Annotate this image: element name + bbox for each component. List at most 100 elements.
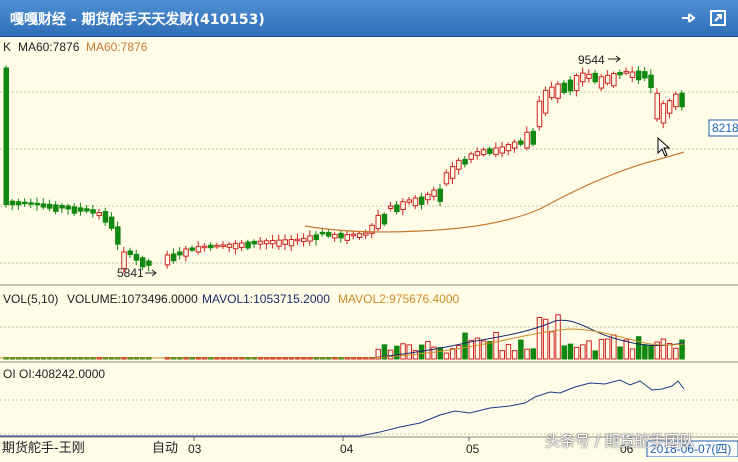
volume-bar bbox=[499, 350, 505, 360]
volume-bar bbox=[573, 346, 580, 360]
volume-bar bbox=[598, 338, 605, 360]
maximize-icon[interactable] bbox=[709, 9, 727, 27]
candle bbox=[102, 211, 109, 223]
candle bbox=[530, 130, 536, 145]
candle bbox=[146, 260, 152, 266]
candle bbox=[319, 231, 326, 235]
x-label-03: 03 bbox=[188, 442, 202, 456]
candle bbox=[183, 248, 189, 257]
candle bbox=[400, 201, 406, 211]
low-arrow-icon bbox=[145, 269, 157, 277]
volume-bar bbox=[462, 332, 468, 360]
candle bbox=[294, 238, 301, 242]
volume-bar bbox=[642, 344, 648, 360]
candle bbox=[666, 100, 673, 114]
candle bbox=[338, 232, 344, 239]
candle bbox=[307, 235, 313, 242]
candle bbox=[431, 189, 437, 197]
candle bbox=[474, 151, 481, 156]
volume-bar bbox=[561, 345, 567, 360]
candle bbox=[251, 240, 257, 245]
chart-area[interactable]: K MA60:7876 MA60:7876 9544 5841 8218 VOL… bbox=[0, 37, 738, 458]
volume-bar bbox=[524, 348, 530, 360]
candle bbox=[511, 141, 518, 149]
candle bbox=[611, 73, 617, 87]
candle bbox=[189, 247, 195, 251]
candle bbox=[487, 148, 493, 154]
candle bbox=[34, 202, 40, 206]
candle bbox=[437, 188, 443, 202]
candle bbox=[325, 231, 332, 237]
candle bbox=[133, 253, 140, 261]
candle bbox=[623, 70, 629, 74]
candle bbox=[177, 251, 183, 256]
pin-icon[interactable] bbox=[679, 9, 697, 27]
vol-title: VOL(5,10) bbox=[3, 292, 58, 306]
candle bbox=[418, 196, 425, 205]
candle bbox=[344, 234, 350, 241]
candle bbox=[313, 234, 319, 241]
candle bbox=[232, 243, 239, 250]
candle bbox=[90, 209, 96, 214]
ma60-label-black: MA60:7876 bbox=[18, 40, 80, 54]
candle bbox=[332, 233, 338, 239]
candle bbox=[46, 203, 53, 209]
candle bbox=[635, 70, 642, 81]
volume-bar bbox=[592, 350, 598, 360]
volume-bars bbox=[3, 314, 685, 360]
candle bbox=[394, 204, 400, 213]
volume-bar bbox=[549, 331, 555, 360]
candle bbox=[549, 86, 555, 99]
volume-bar bbox=[586, 340, 592, 360]
ma60-line bbox=[304, 151, 685, 233]
volume-bar bbox=[673, 347, 679, 360]
candle bbox=[592, 72, 598, 83]
volume-bar bbox=[666, 342, 673, 360]
candle bbox=[567, 79, 574, 92]
x-label-05: 05 bbox=[466, 442, 480, 456]
volume-bar bbox=[468, 339, 474, 360]
volume-bar bbox=[648, 345, 654, 360]
candle bbox=[518, 140, 524, 145]
low-price-label: 5841 bbox=[117, 266, 144, 280]
volume-bar bbox=[406, 344, 412, 360]
candle bbox=[170, 253, 177, 262]
candle bbox=[617, 72, 623, 76]
candle bbox=[115, 226, 121, 245]
volume-bar bbox=[555, 314, 561, 360]
candle bbox=[387, 205, 394, 209]
volume-bar bbox=[660, 338, 667, 360]
candle bbox=[673, 93, 679, 108]
oi-grid bbox=[0, 399, 738, 435]
candle bbox=[3, 67, 9, 206]
volume-bar bbox=[394, 345, 400, 360]
auto-label[interactable]: 自动 bbox=[152, 437, 178, 456]
candle bbox=[270, 239, 276, 245]
mouse-cursor-icon bbox=[657, 137, 671, 157]
chart-svg: K MA60:7876 MA60:7876 9544 5841 8218 VOL… bbox=[0, 40, 738, 458]
volume-bar bbox=[530, 348, 536, 360]
candle bbox=[208, 244, 214, 249]
candle bbox=[282, 239, 288, 245]
volume-bar bbox=[635, 336, 642, 360]
vol-mavol1: MAVOL1:1053715.2000 bbox=[202, 292, 330, 306]
candle bbox=[28, 202, 34, 205]
candle bbox=[580, 72, 586, 83]
candle bbox=[263, 240, 270, 245]
oi-prefix: OI bbox=[3, 367, 16, 381]
candle bbox=[468, 153, 474, 160]
candle bbox=[276, 239, 282, 247]
candle bbox=[245, 241, 251, 249]
candle bbox=[604, 74, 611, 84]
volume-bar bbox=[487, 340, 493, 360]
price-grid bbox=[0, 91, 738, 264]
candle bbox=[536, 100, 543, 128]
candle bbox=[381, 213, 388, 225]
watermark: 头条号 / 期货舵手团队 bbox=[545, 432, 695, 450]
volume-bar bbox=[400, 343, 406, 360]
candle bbox=[524, 131, 530, 149]
volume-bar bbox=[443, 352, 450, 360]
candle bbox=[499, 146, 505, 154]
candle bbox=[96, 212, 102, 216]
x-label-04: 04 bbox=[340, 442, 354, 456]
